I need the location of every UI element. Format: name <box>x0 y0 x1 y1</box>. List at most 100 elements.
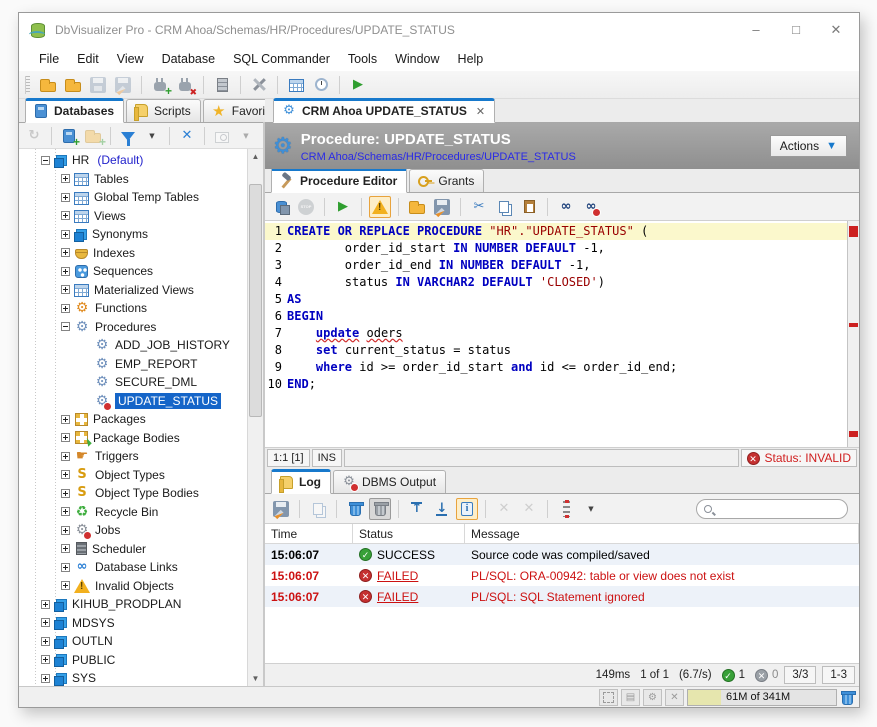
toolbar-grip[interactable] <box>25 76 30 94</box>
tree-item-outln[interactable]: OUTLN <box>19 632 247 651</box>
open-folder-gear-button[interactable] <box>62 74 84 96</box>
tree-item-secure-dml[interactable]: ⚙SECURE_DML <box>19 373 247 392</box>
tab-crm-ahoa-update-status[interactable]: ⚙ CRM Ahoa UPDATE_STATUS ✕ <box>273 98 495 123</box>
expand-toggle-icon[interactable] <box>61 489 70 498</box>
menu-tools[interactable]: Tools <box>340 49 385 69</box>
tree-item-triggers[interactable]: ☛Triggers <box>19 447 247 466</box>
clear-log-button[interactable] <box>344 498 366 520</box>
caret-down-button[interactable]: ▼ <box>141 125 163 147</box>
expand-toggle-icon[interactable] <box>61 322 70 331</box>
expand-toggle-icon[interactable] <box>61 581 70 590</box>
code-line-4[interactable]: 4 status IN VARCHAR2 DEFAULT 'CLOSED') <box>265 274 847 291</box>
expand-toggle-icon[interactable] <box>41 674 50 683</box>
tree-scrollbar[interactable]: ▲ ▼ <box>247 149 263 686</box>
grid-table-button[interactable] <box>285 74 307 96</box>
sql-code[interactable]: 1CREATE OR REPLACE PROCEDURE "HR"."UPDAT… <box>265 221 847 447</box>
code-line-6[interactable]: 6BEGIN <box>265 308 847 325</box>
code-line-9[interactable]: 9 where id >= order_id_start and id <= o… <box>265 359 847 376</box>
expand-toggle-icon[interactable] <box>61 193 70 202</box>
minimize-button[interactable]: – <box>749 22 763 38</box>
maximize-button[interactable]: □ <box>789 22 803 38</box>
open-folder-button[interactable] <box>37 74 59 96</box>
expand-toggle-icon[interactable] <box>61 433 70 442</box>
tab-procedure-editor[interactable]: Procedure Editor <box>271 168 407 193</box>
expand-toggle-icon[interactable] <box>61 285 70 294</box>
tree-item-mdsys[interactable]: MDSYS <box>19 614 247 633</box>
tree-item-emp-report[interactable]: ⚙EMP_REPORT <box>19 355 247 374</box>
tree-item-indexes[interactable]: Indexes <box>19 244 247 263</box>
tree-item-update-status[interactable]: ⚙UPDATE_STATUS <box>19 392 247 411</box>
tree-item-invalid-objects[interactable]: Invalid Objects <box>19 577 247 596</box>
save-as-button[interactable] <box>270 498 292 520</box>
code-line-3[interactable]: 3 order_id_end IN NUMBER DEFAULT -1, <box>265 257 847 274</box>
connections-status-icon[interactable]: ▤ <box>621 689 640 706</box>
add-connection-button[interactable] <box>58 125 80 147</box>
scrollbar-thumb[interactable] <box>249 184 262 417</box>
tree-item-object-type-bodies[interactable]: SObject Type Bodies <box>19 484 247 503</box>
expand-toggle-icon[interactable] <box>61 267 70 276</box>
expand-toggle-icon[interactable] <box>41 156 50 165</box>
stop-tasks-icon[interactable]: ✕ <box>665 689 684 706</box>
expand-toggle-icon[interactable] <box>61 230 70 239</box>
tree-item-sys[interactable]: SYS <box>19 669 247 686</box>
tree-item-tables[interactable]: Tables <box>19 170 247 189</box>
tree-item-kihub-prodplan[interactable]: KIHUB_PRODPLAN <box>19 595 247 614</box>
tree-item-functions[interactable]: ⚙Functions <box>19 299 247 318</box>
tree-item-add-job-history[interactable]: ⚙ADD_JOB_HISTORY <box>19 336 247 355</box>
tree-item-sequences[interactable]: Sequences <box>19 262 247 281</box>
save-as-button[interactable] <box>431 196 453 218</box>
log-row[interactable]: 15:06:07✓SUCCESSSource code was compiled… <box>265 544 859 565</box>
log-search-field[interactable] <box>696 499 848 519</box>
expand-toggle-icon[interactable] <box>61 544 70 553</box>
garbage-collect-icon[interactable] <box>842 693 853 705</box>
menu-help[interactable]: Help <box>450 49 492 69</box>
log-search-input[interactable] <box>717 503 840 515</box>
code-line-5[interactable]: 5AS <box>265 291 847 308</box>
tab-log[interactable]: Log <box>271 469 331 494</box>
open-folder-button[interactable] <box>406 196 428 218</box>
tree-item-packages[interactable]: Packages <box>19 410 247 429</box>
find-replace-button[interactable]: ∞ <box>580 196 602 218</box>
tree-item-views[interactable]: Views <box>19 207 247 226</box>
tree-item-object-types[interactable]: SObject Types <box>19 466 247 485</box>
connect-button[interactable] <box>149 74 171 96</box>
collapse-all-button[interactable]: ✕ <box>176 125 198 147</box>
code-line-10[interactable]: 10END; <box>265 376 847 393</box>
tab-scripts[interactable]: Scripts <box>126 99 201 122</box>
expand-toggle-icon[interactable] <box>61 470 70 479</box>
menu-file[interactable]: File <box>31 49 67 69</box>
tree-item-materialized-views[interactable]: Materialized Views <box>19 281 247 300</box>
clear-all-log-button[interactable] <box>369 498 391 520</box>
column-header-status[interactable]: Status <box>353 524 465 543</box>
expand-toggle-icon[interactable] <box>61 248 70 257</box>
expand-toggle-icon[interactable] <box>61 563 70 572</box>
tree-item-procedures[interactable]: ⚙Procedures <box>19 318 247 337</box>
code-line-2[interactable]: 2 order_id_start IN NUMBER DEFAULT -1, <box>265 240 847 257</box>
run-script-button[interactable]: ▶ <box>347 74 369 96</box>
tree-item-hr[interactable]: HR(Default) <box>19 151 247 170</box>
row-markers-button[interactable] <box>555 498 577 520</box>
expand-toggle-icon[interactable] <box>61 507 70 516</box>
selection-tool-icon[interactable] <box>599 689 618 706</box>
copy-button[interactable] <box>493 196 515 218</box>
tree-item-scheduler[interactable]: Scheduler <box>19 540 247 559</box>
menu-view[interactable]: View <box>109 49 152 69</box>
tools-button[interactable] <box>248 74 270 96</box>
tree-item-global-temp-tables[interactable]: Global Temp Tables <box>19 188 247 207</box>
find-button[interactable]: ∞ <box>555 196 577 218</box>
disconnect-button[interactable] <box>174 74 196 96</box>
expand-toggle-icon[interactable] <box>61 211 70 220</box>
column-header-message[interactable]: Message <box>465 524 859 543</box>
save-compile-button[interactable] <box>270 196 292 218</box>
expand-toggle-icon[interactable] <box>61 526 70 535</box>
paste-button[interactable] <box>518 196 540 218</box>
clock-button[interactable] <box>310 74 332 96</box>
code-line-1[interactable]: 1CREATE OR REPLACE PROCEDURE "HR"."UPDAT… <box>265 223 847 240</box>
code-line-7[interactable]: 7 update oders <box>265 325 847 342</box>
menu-edit[interactable]: Edit <box>69 49 107 69</box>
run-script-button[interactable]: ▶ <box>332 196 354 218</box>
column-header-time[interactable]: Time <box>265 524 353 543</box>
scroll-down-icon[interactable]: ▼ <box>252 671 260 686</box>
code-line-8[interactable]: 8 set current_status = status <box>265 342 847 359</box>
tree-item-package-bodies[interactable]: Package Bodies <box>19 429 247 448</box>
